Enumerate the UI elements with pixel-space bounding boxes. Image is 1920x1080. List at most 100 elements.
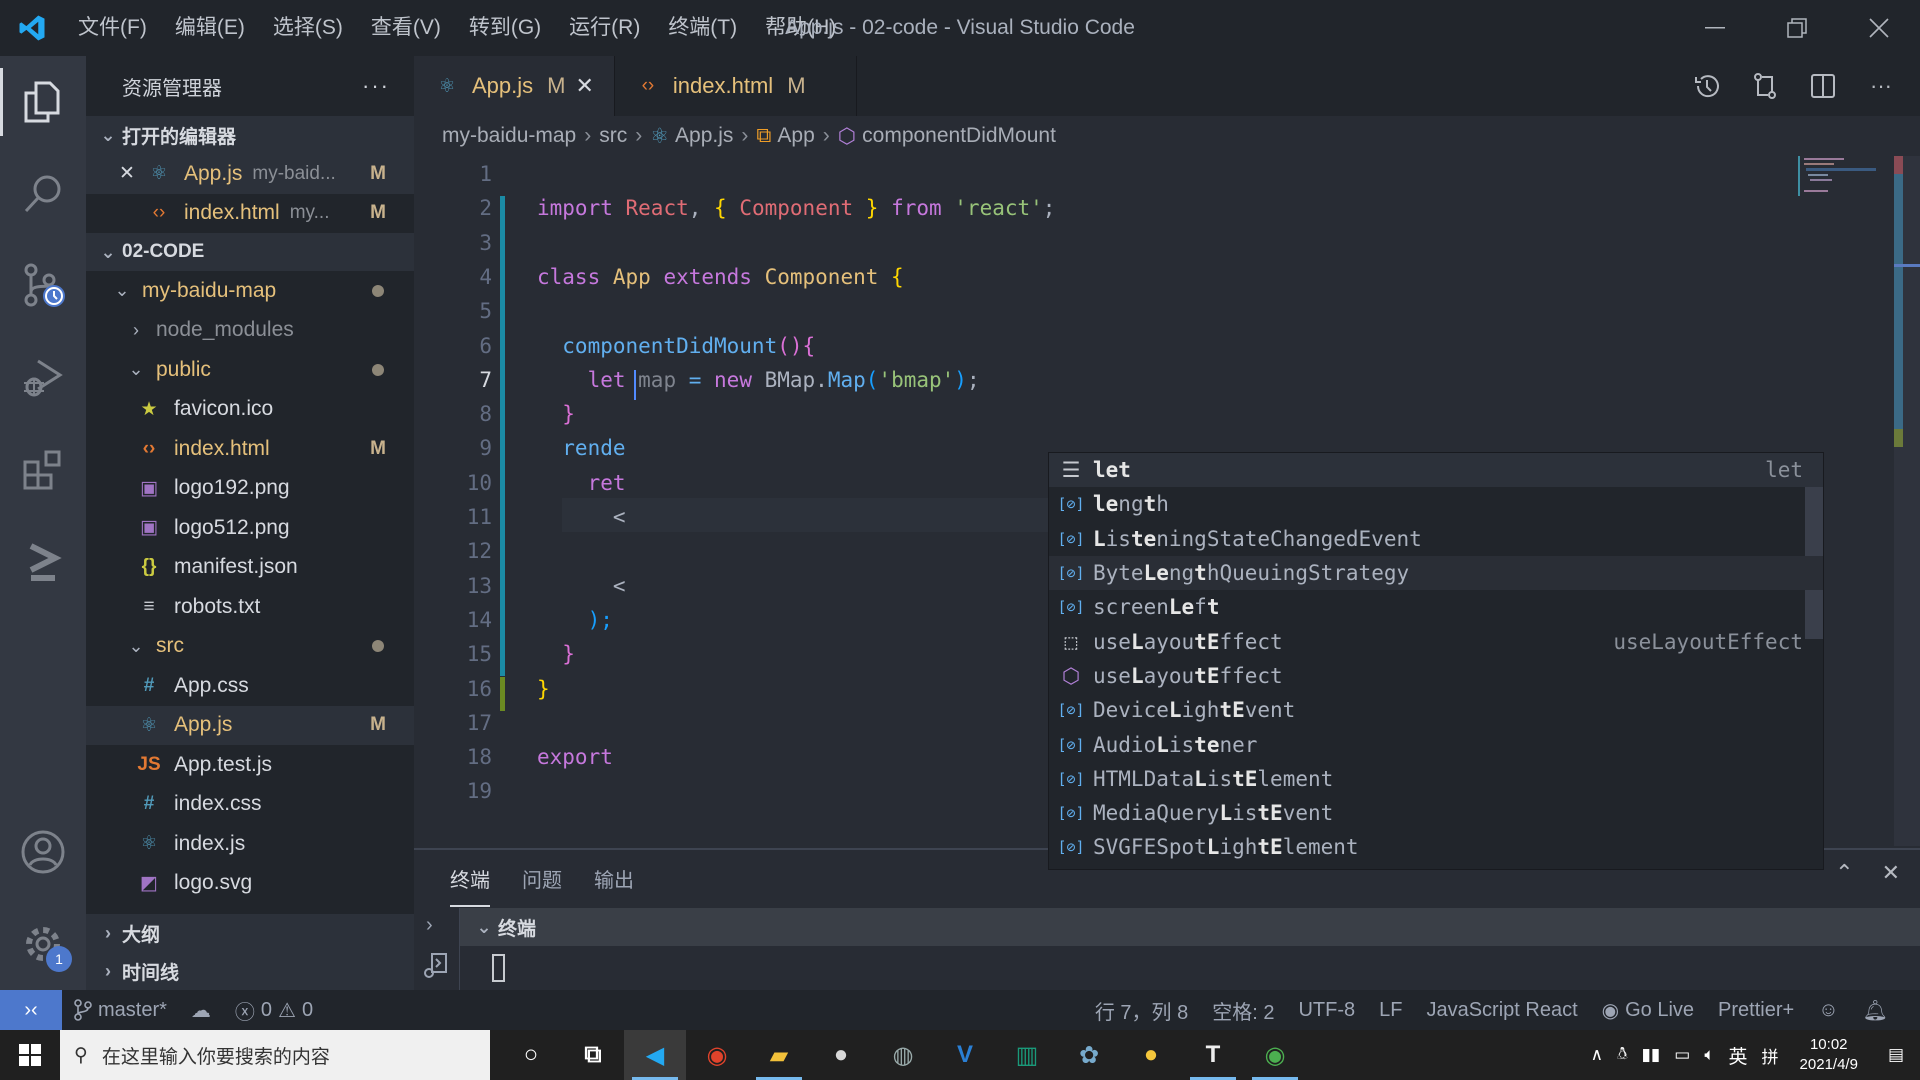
tab-index-html[interactable]: ‹› index.html M [615, 56, 857, 116]
tree-file[interactable]: # App.css [86, 666, 414, 706]
tree-file[interactable]: ≡ robots.txt [86, 587, 414, 627]
tree-file[interactable]: ⚛ App.js M [86, 705, 414, 745]
start-button[interactable] [0, 1030, 60, 1080]
outline-header[interactable]: › 大纲 [86, 914, 414, 952]
menu-item[interactable]: 编辑(E) [161, 0, 259, 56]
breadcrumb-item[interactable]: src [599, 124, 627, 148]
activity-run-debug[interactable] [0, 332, 86, 424]
remote-indicator[interactable]: ›‹ [0, 990, 62, 1030]
cortana-taskbar-icon[interactable]: ○ [500, 1030, 562, 1080]
debug-console-icon[interactable] [422, 952, 450, 985]
tree-file[interactable]: JS App.test.js [86, 745, 414, 785]
suggestion-item[interactable]: [⊘] MediaQuery Lis tE vent [1049, 796, 1823, 830]
split-editor-icon[interactable] [1794, 72, 1852, 100]
tree-file[interactable]: {} manifest.json [86, 548, 414, 588]
action-center-icon[interactable]: ▤ [1872, 1045, 1920, 1065]
tree-file[interactable]: ‹› index.html M [86, 429, 414, 469]
remote-app-taskbar-icon[interactable]: ◍ [872, 1030, 934, 1080]
language-mode[interactable]: JavaScript React [1414, 999, 1589, 1022]
chrome-taskbar-icon[interactable]: ◉ [1244, 1030, 1306, 1080]
suggestion-item[interactable]: [⊘] HTMLData Lis tE lement [1049, 762, 1823, 796]
clock[interactable]: 10:02 2021/4/9 [1786, 1035, 1872, 1075]
ime-mode-icon[interactable]: 拼 [1755, 1043, 1786, 1068]
problems-indicator[interactable]: ⓧ 0 ⚠ 0 [223, 996, 325, 1025]
terminal-section-header[interactable]: ⌄ 终端 [460, 908, 1920, 946]
close-window-button[interactable] [1838, 0, 1920, 56]
menu-item[interactable]: 终端(T) [654, 0, 751, 56]
timeline-history-icon[interactable] [1678, 72, 1736, 100]
end-of-line[interactable]: LF [1367, 999, 1414, 1022]
cursor-position[interactable]: 行 7，列 8 [1083, 996, 1200, 1025]
close-tab-icon[interactable]: ✕ [575, 73, 593, 99]
suggestion-item[interactable]: ⬡ use Layou tE ffect [1049, 659, 1823, 693]
tree-file[interactable]: ▣ logo192.png [86, 469, 414, 509]
activity-accounts[interactable] [0, 806, 86, 898]
feedback-icon[interactable]: ☺ [1806, 999, 1850, 1022]
minimap[interactable] [1796, 156, 1886, 216]
notifications-bell-icon[interactable]: 🔔︎ [1851, 998, 1900, 1023]
menu-item[interactable]: 帮助(H) [751, 0, 850, 56]
maximize-panel-icon[interactable]: ⌃ [1835, 860, 1853, 886]
workspace-header[interactable]: ⌄ 02-CODE [86, 233, 414, 271]
taskbar-search-input[interactable]: ⚲ 在这里输入你要搜索的内容 [60, 1030, 490, 1080]
sync-button[interactable]: ☁ [179, 998, 223, 1023]
suggestion-item[interactable]: ☰ let let [1049, 453, 1823, 488]
qq-icon[interactable]: 🐧︎ [1610, 1044, 1634, 1066]
close-icon[interactable]: ✕ [114, 162, 140, 185]
activity-search[interactable] [0, 148, 86, 240]
close-panel-icon[interactable]: ✕ [1882, 860, 1900, 886]
tree-file[interactable]: ⚛ index.js [86, 824, 414, 864]
suggestion-item[interactable]: [⊘] screen Le f t [1049, 590, 1823, 624]
tree-file[interactable]: # index.css [86, 785, 414, 825]
suggestion-item[interactable]: [⊘] Byte Le ng t hQueuingStrategy [1049, 555, 1823, 591]
chevron-right-icon[interactable]: › [426, 914, 433, 937]
minimize-button[interactable] [1674, 0, 1756, 56]
task-view-taskbar-icon[interactable]: ⧉ [562, 1030, 624, 1080]
suggestion-item[interactable]: [⊘] SVGFESpot Ligh tE lement [1049, 830, 1823, 864]
menu-item[interactable]: 查看(V) [357, 0, 455, 56]
wechat-taskbar-icon[interactable]: ● [810, 1030, 872, 1080]
tree-folder[interactable]: › node_modules [86, 311, 414, 351]
open-changes-icon[interactable] [1736, 72, 1794, 100]
app-green-taskbar-icon[interactable]: ▥ [996, 1030, 1058, 1080]
panel-tab[interactable]: 终端 [450, 858, 490, 907]
ime-language[interactable]: 英 [1722, 1042, 1755, 1069]
panel-tab[interactable]: 问题 [522, 858, 562, 899]
open-editor-item[interactable]: ✕ ⚛ App.js my-baid... M [86, 154, 414, 194]
encoding[interactable]: UTF-8 [1286, 999, 1367, 1022]
tree-file[interactable]: ★ favicon.ico [86, 390, 414, 430]
battery-icon[interactable]: ▭ [1667, 1045, 1697, 1065]
suggestion-item[interactable]: [⊘] le ng t h [1049, 487, 1823, 521]
breadcrumb-item[interactable]: ⬡ componentDidMount [838, 124, 1056, 149]
menu-item[interactable]: 运行(R) [555, 0, 654, 56]
app-pinwheel-taskbar-icon[interactable]: ✿ [1058, 1030, 1120, 1080]
activity-source-control[interactable] [0, 240, 86, 332]
suggestion-item[interactable]: [⊘] Audio Lis te ner [1049, 727, 1823, 761]
vscode-taskbar-icon[interactable]: ◀ [624, 1030, 686, 1080]
editor-scrollbar[interactable] [1894, 156, 1920, 846]
show-hidden-icons-icon[interactable]: ∧ [1584, 1045, 1610, 1065]
tree-file[interactable]: ◩ logo.svg [86, 864, 414, 904]
tree-file[interactable]: ▣ logo512.png [86, 508, 414, 548]
app-tray-icon[interactable]: ▮▮ [1635, 1045, 1668, 1065]
activity-explorer[interactable] [0, 56, 86, 148]
tree-folder[interactable]: ⌄ my-baidu-map [86, 271, 414, 311]
open-editor-item[interactable]: ‹› index.html my... M [86, 194, 414, 234]
file-explorer-taskbar-icon[interactable]: ▰ [748, 1030, 810, 1080]
visual-studio-taskbar-icon[interactable]: V [934, 1030, 996, 1080]
go-live-button[interactable]: ◉ Go Live [1590, 998, 1706, 1023]
menu-item[interactable]: 选择(S) [259, 0, 357, 56]
activity-extensions[interactable] [0, 424, 86, 516]
prettier-status[interactable]: Prettier+ [1706, 999, 1806, 1022]
terminal-cursor[interactable] [492, 954, 505, 982]
timeline-header[interactable]: › 时间线 [86, 952, 414, 990]
tree-folder[interactable]: ⌄ public [86, 350, 414, 390]
activity-live-share[interactable] [0, 516, 86, 608]
breadcrumb-item[interactable]: my-baidu-map [442, 124, 576, 148]
app-bubbles-taskbar-icon[interactable]: ● [1120, 1030, 1182, 1080]
tree-folder[interactable]: ⌄ src [86, 627, 414, 667]
typora-taskbar-icon[interactable]: T [1182, 1030, 1244, 1080]
indentation[interactable]: 空格: 2 [1200, 996, 1286, 1025]
menu-item[interactable]: 转到(G) [455, 0, 555, 56]
more-actions-icon[interactable]: ··· [1852, 73, 1910, 99]
